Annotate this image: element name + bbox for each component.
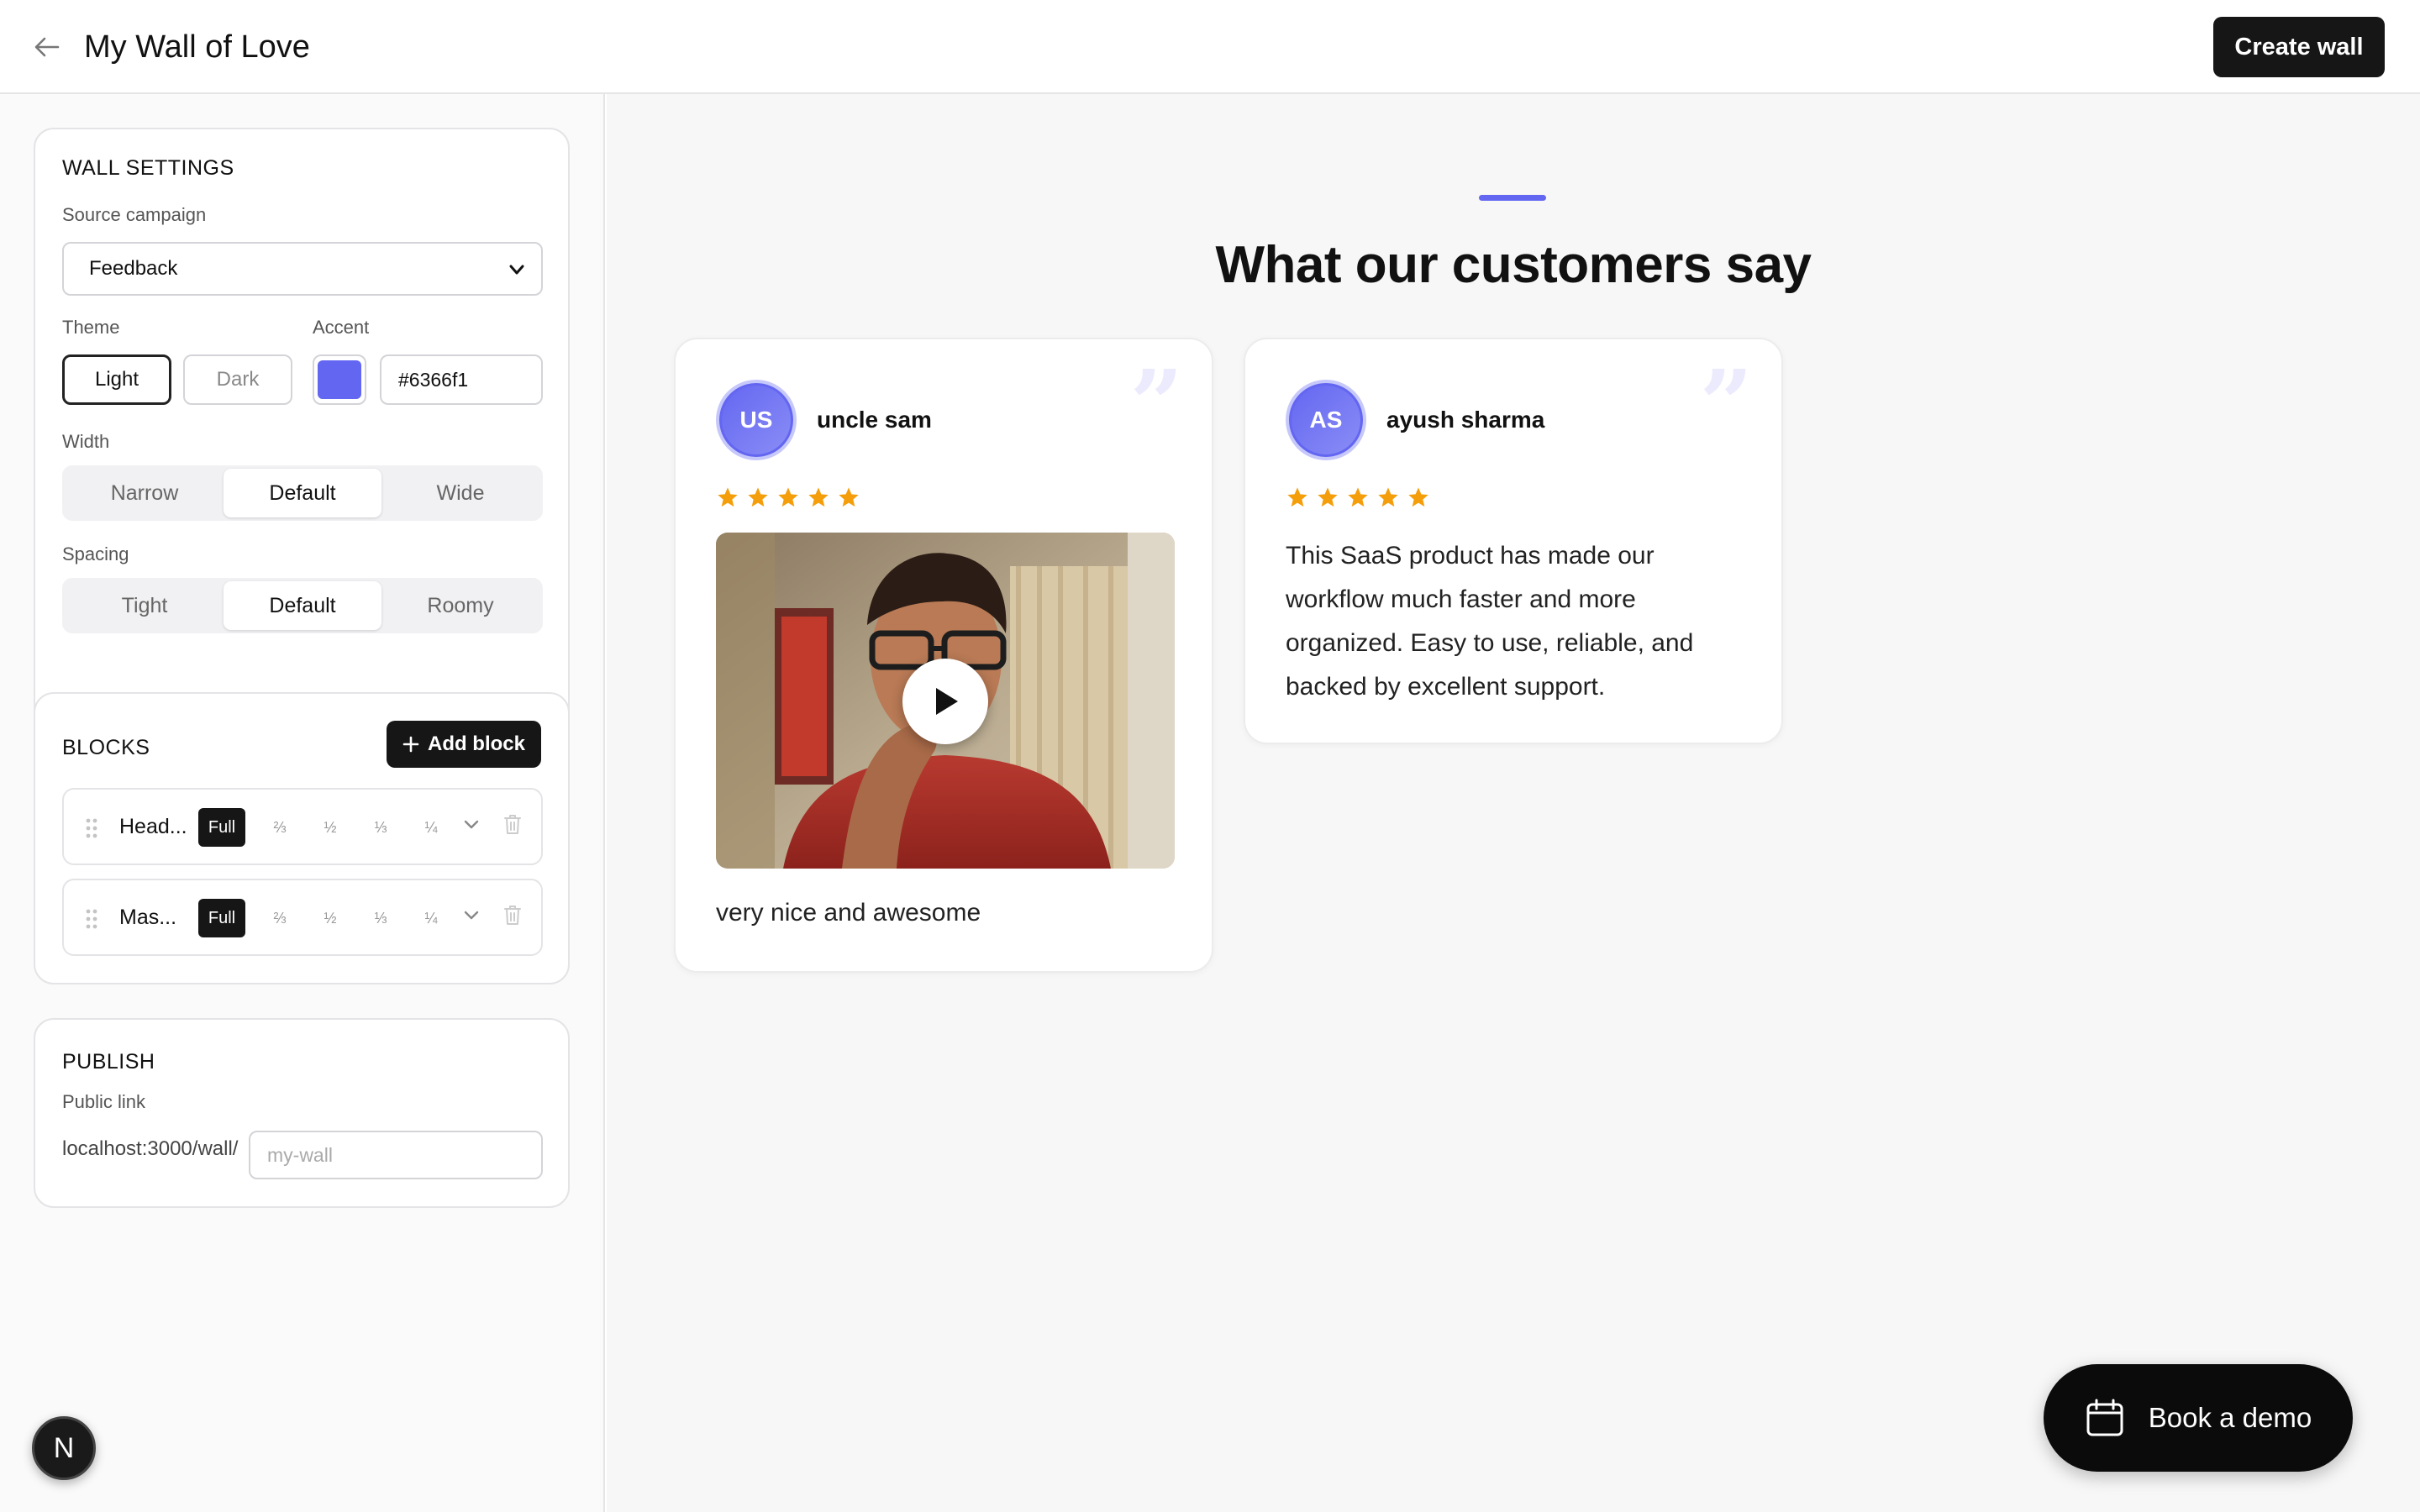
block-row[interactable]: Mas... Full ⅔ ½ ⅓ ¼: [62, 879, 543, 956]
public-link-label: Public link: [62, 1091, 146, 1112]
accent-color-picker[interactable]: [313, 354, 366, 405]
size-two-thirds-button[interactable]: ⅔: [260, 899, 299, 937]
accent-divider: [1479, 195, 1546, 201]
size-third-button[interactable]: ⅓: [361, 899, 400, 937]
width-narrow-option[interactable]: Narrow: [66, 469, 224, 517]
chevron-down-icon[interactable]: [462, 815, 481, 833]
size-third-button[interactable]: ⅓: [361, 808, 400, 847]
size-quarter-button[interactable]: ¼: [412, 899, 450, 937]
spacing-label: Spacing: [62, 543, 129, 564]
star-rating: [716, 486, 860, 509]
width-segmented-control: Narrow Default Wide: [62, 465, 543, 521]
theme-light-button[interactable]: Light: [62, 354, 171, 405]
quote-icon: ”: [1129, 349, 1183, 458]
theme-dark-button[interactable]: Dark: [183, 354, 292, 405]
star-icon: [808, 487, 829, 507]
accent-hex-input[interactable]: #6366f1: [380, 354, 543, 405]
book-demo-button[interactable]: Book a demo: [2044, 1364, 2353, 1472]
public-link-prefix: localhost:3000/wall/: [62, 1137, 239, 1160]
blocks-card: BLOCKS Add block Head... Full ⅔ ½ ⅓ ¼ Ma…: [34, 692, 570, 984]
testimonial-card: ” US uncle sam very nice and awesome: [674, 338, 1213, 973]
star-icon: [1348, 487, 1368, 507]
spacing-default-option[interactable]: Default: [224, 581, 381, 630]
size-half-button[interactable]: ½: [311, 899, 350, 937]
theme-label: Theme: [62, 317, 120, 338]
accent-swatch: [318, 360, 361, 399]
size-half-button[interactable]: ½: [311, 808, 350, 847]
video-thumbnail[interactable]: [716, 533, 1175, 869]
plus-icon: [402, 736, 419, 753]
star-icon: [778, 487, 798, 507]
wall-headline: What our customers say: [1215, 236, 1812, 294]
back-arrow-icon[interactable]: [32, 32, 62, 62]
wall-preview: What our customers say ” US uncle sam ve…: [607, 94, 2420, 1512]
testimonial-card: ” AS ayush sharma This SaaS product has …: [1244, 338, 1783, 744]
spacing-tight-option[interactable]: Tight: [66, 581, 224, 630]
wall-settings-card: WALL SETTINGS Source campaign Feedback T…: [34, 128, 570, 753]
trash-icon[interactable]: [502, 904, 523, 926]
block-row[interactable]: Head... Full ⅔ ½ ⅓ ¼: [62, 788, 543, 865]
testimonial-text: very nice and awesome: [716, 899, 981, 927]
publish-title: PUBLISH: [62, 1050, 155, 1074]
play-button[interactable]: [902, 659, 988, 744]
avatar: AS: [1286, 380, 1366, 460]
author-name: ayush sharma: [1386, 407, 1545, 433]
wall-slug-input[interactable]: my-wall: [249, 1131, 543, 1179]
avatar: US: [716, 380, 797, 460]
top-bar: My Wall of Love Create wall: [0, 0, 2420, 94]
publish-card: PUBLISH Public link localhost:3000/wall/…: [34, 1018, 570, 1208]
drag-handle-icon[interactable]: [86, 818, 97, 838]
next-dev-badge[interactable]: N: [32, 1416, 96, 1480]
chevron-down-icon[interactable]: [462, 906, 481, 924]
source-campaign-label: Source campaign: [62, 204, 207, 225]
author-name: uncle sam: [817, 407, 932, 433]
book-demo-label: Book a demo: [2148, 1402, 2312, 1433]
wall-settings-title: WALL SETTINGS: [62, 156, 234, 180]
source-campaign-value: Feedback: [89, 257, 178, 280]
block-name: Head...: [119, 815, 187, 838]
star-icon: [1408, 487, 1428, 507]
calendar-icon: [2086, 1399, 2123, 1436]
spacing-roomy-option[interactable]: Roomy: [381, 581, 539, 630]
blocks-title: BLOCKS: [62, 736, 150, 759]
quote-icon: ”: [1699, 349, 1753, 458]
size-full-button[interactable]: Full: [198, 899, 245, 937]
accent-label: Accent: [313, 317, 370, 338]
page-title: My Wall of Love: [84, 29, 310, 65]
add-block-button[interactable]: Add block: [387, 721, 541, 768]
star-icon: [1318, 487, 1338, 507]
width-label: Width: [62, 431, 110, 452]
star-rating: [1286, 486, 1430, 509]
trash-icon[interactable]: [502, 813, 523, 835]
testimonial-text: This SaaS product has made our workflow …: [1286, 542, 1694, 701]
size-quarter-button[interactable]: ¼: [412, 808, 450, 847]
spacing-segmented-control: Tight Default Roomy: [62, 578, 543, 633]
star-icon: [1378, 487, 1398, 507]
size-full-button[interactable]: Full: [198, 808, 245, 847]
star-icon: [718, 487, 738, 507]
play-icon: [936, 688, 958, 715]
create-wall-button[interactable]: Create wall: [2213, 17, 2385, 77]
width-wide-option[interactable]: Wide: [381, 469, 539, 517]
width-default-option[interactable]: Default: [224, 469, 381, 517]
chevron-down-icon: [509, 265, 524, 275]
source-campaign-select[interactable]: Feedback: [62, 242, 543, 296]
badge-letter: N: [53, 1431, 75, 1464]
drag-handle-icon[interactable]: [86, 909, 97, 929]
size-two-thirds-button[interactable]: ⅔: [260, 808, 299, 847]
sidebar: WALL SETTINGS Source campaign Feedback T…: [0, 94, 605, 1512]
star-icon: [1287, 487, 1307, 507]
add-block-label: Add block: [427, 732, 525, 755]
star-icon: [839, 487, 859, 507]
star-icon: [748, 487, 768, 507]
block-name: Mas...: [119, 906, 177, 929]
